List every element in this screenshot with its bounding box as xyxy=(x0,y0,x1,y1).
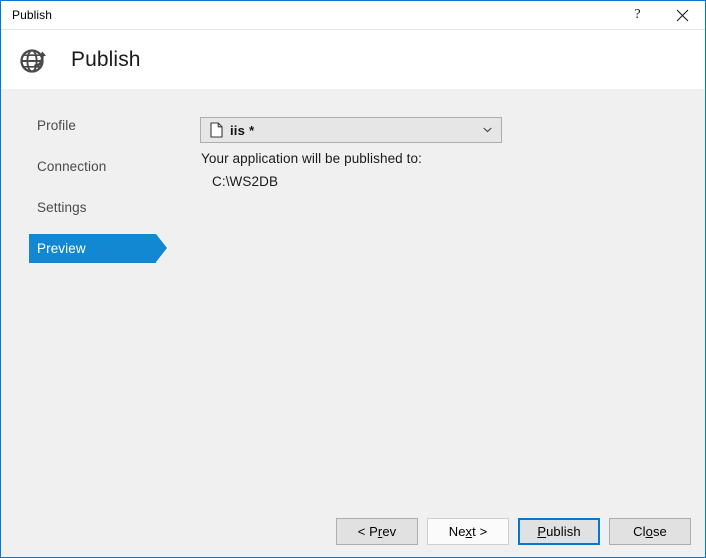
sidebar-item-label: Preview xyxy=(37,241,86,256)
help-button[interactable]: ? xyxy=(615,1,660,29)
window-controls: ? xyxy=(615,1,705,29)
publish-dialog-window: Publish ? Publish Profile Connection Set… xyxy=(0,0,706,558)
close-button-label: Close xyxy=(633,524,667,539)
profile-name-label: iis xyxy=(230,122,246,138)
publish-target-path: C:\WS2DB xyxy=(212,174,279,189)
main-panel: iis * Your application will be published… xyxy=(200,89,705,557)
dialog-header: Publish xyxy=(1,29,705,89)
next-button-label: Next > xyxy=(448,524,488,539)
selection-arrow-icon xyxy=(156,234,167,262)
prev-button[interactable]: < Prev xyxy=(336,518,418,545)
close-button[interactable] xyxy=(660,1,705,29)
close-dialog-button[interactable]: Close xyxy=(609,518,691,545)
unsaved-changes-marker: * xyxy=(249,122,255,138)
chevron-down-icon[interactable] xyxy=(482,125,492,135)
question-mark-icon: ? xyxy=(634,7,641,22)
globe-publish-icon xyxy=(17,43,51,77)
publish-button[interactable]: Publish xyxy=(518,518,600,545)
sidebar-item-label: Connection xyxy=(37,159,107,174)
sidebar-item-profile[interactable]: Profile xyxy=(1,111,181,140)
sidebar-item-label: Profile xyxy=(37,118,76,133)
next-button[interactable]: Next > xyxy=(427,518,509,545)
sidebar-item-settings[interactable]: Settings xyxy=(1,193,181,222)
publish-target-label: Your application will be published to: xyxy=(201,151,422,166)
sidebar-item-connection[interactable]: Connection xyxy=(1,152,181,181)
wizard-step-nav: Profile Connection Settings Preview xyxy=(1,111,181,275)
sidebar-item-label: Settings xyxy=(37,200,87,215)
close-icon xyxy=(676,9,689,21)
sidebar-item-preview[interactable]: Preview xyxy=(1,234,181,263)
dialog-body: Profile Connection Settings Preview iis … xyxy=(1,89,705,557)
profile-select[interactable]: iis * xyxy=(200,117,502,143)
page-title: Publish xyxy=(71,47,141,71)
prev-button-label: < Prev xyxy=(357,524,397,539)
document-icon xyxy=(209,122,223,138)
publish-button-label: Publish xyxy=(537,524,581,539)
title-bar: Publish ? xyxy=(1,1,705,29)
dialog-footer: < Prev Next > Publish Close xyxy=(336,518,691,545)
window-title: Publish xyxy=(12,8,53,22)
